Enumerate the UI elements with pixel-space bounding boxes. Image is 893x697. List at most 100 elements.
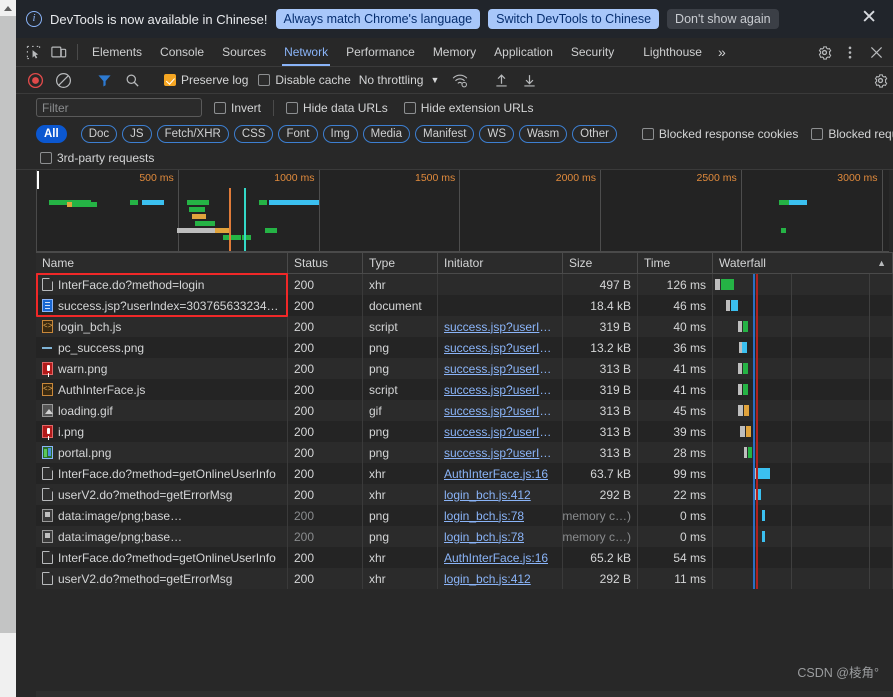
cell-initiator[interactable]: success.jsp?userInd… [438, 337, 563, 358]
blocked-response-cookies-checkbox[interactable]: Blocked response cookies [638, 127, 802, 141]
network-conditions-icon[interactable] [447, 68, 473, 92]
overview-timeline[interactable]: 500 ms 1000 ms 1500 ms 2000 ms 2500 ms 3000 m… [36, 170, 889, 252]
network-settings-gear-icon[interactable] [867, 68, 893, 92]
tab-network[interactable]: Network [275, 38, 337, 66]
chip-css[interactable]: CSS [233, 124, 274, 143]
cell-name[interactable]: data:image/png;base… [36, 526, 288, 547]
device-toolbar-icon[interactable] [46, 38, 72, 66]
settings-gear-icon[interactable] [811, 45, 837, 60]
table-row[interactable]: InterFace.do?method=login 200 xhr 497 B 126 … [36, 274, 893, 295]
table-row[interactable]: success.jsp?userIndex=30376563323431… 200… [36, 295, 893, 316]
cell-initiator[interactable]: login_bch.js:78 [438, 505, 563, 526]
tab-memory[interactable]: Memory [424, 38, 485, 66]
chip-other[interactable]: Other [572, 124, 617, 143]
chip-js[interactable]: JS [122, 124, 152, 143]
sort-ascending-icon[interactable]: ▲ [877, 258, 886, 268]
cell-initiator[interactable]: login_bch.js:412 [438, 484, 563, 505]
chip-manifest[interactable]: Manifest [415, 124, 475, 143]
table-row[interactable]: data:image/png;base… 200 png login_bch.js:7… [36, 505, 893, 526]
table-row[interactable]: i.png 200 png success.jsp?userInd… 313 B 39 m… [36, 421, 893, 442]
close-notification-icon[interactable]: ✕ [855, 8, 883, 30]
table-row[interactable]: userV2.do?method=getErrorMsg 200 xhr login_… [36, 568, 893, 589]
cell-name[interactable]: portal.png [36, 442, 288, 463]
cell-name[interactable]: InterFace.do?method=login [36, 274, 288, 295]
chip-doc[interactable]: Doc [80, 124, 118, 143]
cell-initiator[interactable]: success.jsp?userInd… [438, 379, 563, 400]
preserve-log-checkbox[interactable]: Preserve log [160, 73, 252, 87]
table-row[interactable]: warn.png 200 png success.jsp?userInd… 313 B 4… [36, 358, 893, 379]
cell-initiator[interactable]: success.jsp?userInd… [438, 400, 563, 421]
tab-sources[interactable]: Sources [213, 38, 275, 66]
chip-all[interactable]: All [36, 124, 67, 143]
cell-name[interactable]: InterFace.do?method=getOnlineUserInfo [36, 463, 288, 484]
cell-initiator[interactable]: login_bch.js:412 [438, 568, 563, 589]
table-row[interactable]: <> login_bch.js 200 script success.jsp?userI… [36, 316, 893, 337]
cell-initiator[interactable]: success.jsp?userInd… [438, 421, 563, 442]
cell-name[interactable]: <> login_bch.js [36, 316, 288, 337]
close-devtools-icon[interactable] [863, 46, 889, 59]
tab-performance[interactable]: Performance [337, 38, 424, 66]
chevron-down-icon[interactable]: ▼ [427, 75, 445, 85]
cell-initiator[interactable]: AuthInterFace.js:16 [438, 547, 563, 568]
chip-ws[interactable]: WS [479, 124, 514, 143]
page-scrollbar[interactable] [0, 0, 16, 697]
scrollbar-up-arrow-icon[interactable] [0, 0, 16, 16]
always-match-language-button[interactable]: Always match Chrome's language [275, 9, 481, 29]
table-row[interactable]: pc_success.png 200 png success.jsp?userInd…… [36, 337, 893, 358]
chip-img[interactable]: Img [322, 124, 358, 143]
chip-media[interactable]: Media [362, 124, 410, 143]
cell-initiator[interactable]: success.jsp?userInd… [438, 316, 563, 337]
tab-console[interactable]: Console [151, 38, 213, 66]
cell-name[interactable]: userV2.do?method=getErrorMsg [36, 568, 288, 589]
chip-font[interactable]: Font [278, 124, 318, 143]
chip-fetch-xhr[interactable]: Fetch/XHR [156, 124, 229, 143]
more-options-icon[interactable] [837, 45, 863, 60]
search-icon[interactable] [119, 68, 145, 92]
record-button[interactable] [22, 68, 48, 92]
cell-name[interactable]: InterFace.do?method=getOnlineUserInfo [36, 547, 288, 568]
chip-wasm[interactable]: Wasm [519, 124, 568, 143]
cell-initiator[interactable]: success.jsp?userInd… [438, 442, 563, 463]
export-har-icon[interactable] [516, 68, 542, 92]
cell-name[interactable]: i.png [36, 421, 288, 442]
clear-button[interactable] [50, 68, 76, 92]
table-row[interactable]: data:image/png;base… 200 png login_bch.js:7… [36, 526, 893, 547]
table-row[interactable]: userV2.do?method=getErrorMsg 200 xhr login_… [36, 484, 893, 505]
column-header-name[interactable]: Name [36, 253, 288, 273]
scrollbar-thumb-secondary[interactable] [0, 603, 16, 633]
cell-name[interactable]: success.jsp?userIndex=30376563323431… [36, 295, 288, 316]
filter-icon[interactable] [91, 68, 117, 92]
cell-name[interactable]: <> AuthInterFace.js [36, 379, 288, 400]
hide-extension-urls-checkbox[interactable]: Hide extension URLs [400, 101, 538, 115]
import-har-icon[interactable] [488, 68, 514, 92]
scrollbar-thumb[interactable] [0, 16, 16, 603]
column-header-initiator[interactable]: Initiator [438, 253, 563, 273]
tab-application[interactable]: Application [485, 38, 562, 66]
cell-initiator[interactable]: success.jsp?userInd… [438, 358, 563, 379]
switch-to-chinese-button[interactable]: Switch DevTools to Chinese [488, 9, 660, 29]
cell-name[interactable]: pc_success.png [36, 337, 288, 358]
table-row[interactable]: loading.gif 200 gif success.jsp?userInd… 313… [36, 400, 893, 421]
third-party-requests-checkbox[interactable]: 3rd-party requests [36, 151, 158, 165]
throttling-select[interactable]: No throttling [357, 73, 426, 87]
cell-name[interactable]: userV2.do?method=getErrorMsg [36, 484, 288, 505]
dont-show-again-button[interactable]: Don't show again [667, 9, 779, 29]
hide-data-urls-checkbox[interactable]: Hide data URLs [282, 101, 392, 115]
network-overview[interactable]: 500 ms 1000 ms 1500 ms 2000 ms 2500 ms 3000 m… [16, 170, 893, 252]
tab-security[interactable]: Security [562, 38, 623, 66]
table-bottom-scrollbar[interactable] [36, 691, 893, 697]
blocked-requests-checkbox[interactable]: Blocked requests [807, 127, 893, 141]
column-header-type[interactable]: Type [363, 253, 438, 273]
column-header-size[interactable]: Size [563, 253, 638, 273]
invert-checkbox[interactable]: Invert [210, 101, 265, 115]
table-row[interactable]: InterFace.do?method=getOnlineUserInfo 200… [36, 547, 893, 568]
tab-lighthouse[interactable]: Lighthouse [623, 38, 711, 66]
table-row[interactable]: <> AuthInterFace.js 200 script success.jsp?u… [36, 379, 893, 400]
column-header-status[interactable]: Status [288, 253, 363, 273]
cell-initiator[interactable]: login_bch.js:78 [438, 526, 563, 547]
column-header-time[interactable]: Time [638, 253, 713, 273]
cell-initiator[interactable]: AuthInterFace.js:16 [438, 463, 563, 484]
tab-elements[interactable]: Elements [83, 38, 151, 66]
inspect-element-icon[interactable] [20, 38, 46, 66]
table-row[interactable]: InterFace.do?method=getOnlineUserInfo 200… [36, 463, 893, 484]
